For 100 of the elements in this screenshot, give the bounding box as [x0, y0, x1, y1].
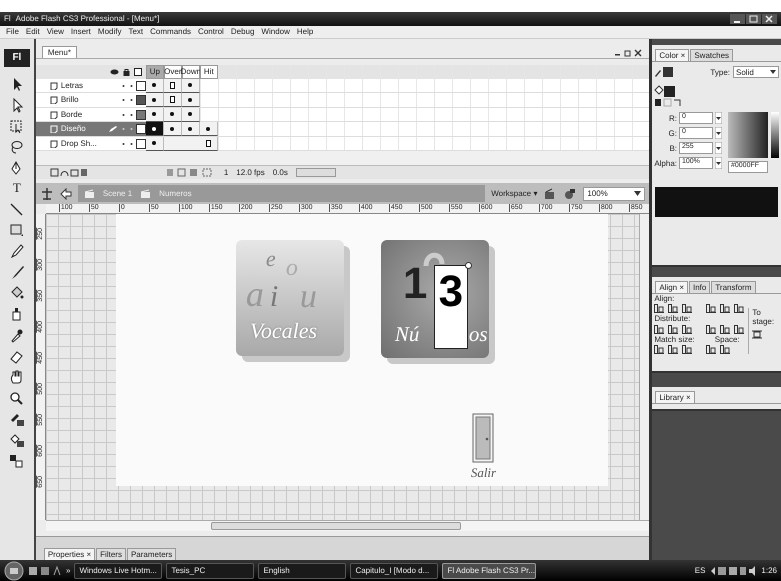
keyframe-icon — [206, 126, 210, 131]
door-icon[interactable] — [472, 413, 494, 464]
quick-launch-icon[interactable] — [28, 564, 62, 576]
layer-row[interactable]: Brillo — [36, 93, 650, 108]
button-caption: Vocales — [250, 320, 318, 342]
zoom-dropdown[interactable]: 100% — [583, 186, 646, 201]
panel-tab[interactable]: Swatches — [690, 49, 734, 62]
menu-item[interactable]: Help — [296, 27, 314, 37]
panel-tab[interactable]: Parameters — [126, 548, 176, 560]
panel-tab[interactable]: Filters — [96, 548, 126, 560]
scrollbar-thumb[interactable] — [210, 522, 461, 530]
menu-item[interactable]: File — [6, 27, 19, 37]
field-label: Alpha: — [654, 158, 677, 168]
align-icon[interactable] — [720, 344, 730, 354]
align-icon[interactable] — [668, 304, 678, 314]
document-tab[interactable]: Menu* — [42, 46, 77, 58]
align-icon[interactable] — [720, 304, 730, 314]
align-icon[interactable] — [682, 304, 692, 314]
menu-item[interactable]: Edit — [26, 27, 40, 37]
close-icon[interactable] — [633, 48, 644, 58]
quick-launch-more[interactable]: » — [66, 566, 70, 576]
align-icon[interactable] — [654, 304, 664, 314]
question-mark-drawing — [422, 252, 445, 266]
button-caption: os — [468, 324, 488, 346]
taskbar-button[interactable]: Capitulo_I [Modo d... — [350, 562, 438, 578]
panel-tab[interactable]: Align × — [655, 281, 688, 294]
layer-tools-icon[interactable] — [50, 168, 90, 178]
panel-tab[interactable]: Properties × — [44, 548, 96, 560]
back-arrow-icon[interactable] — [60, 188, 72, 200]
panel-label: Match size: — [654, 334, 695, 344]
stepper-arrow-icon[interactable] — [715, 142, 722, 154]
layer-name[interactable]: Borde — [60, 110, 105, 120]
panel-tab[interactable]: Info — [689, 281, 710, 294]
align-icon[interactable] — [706, 324, 716, 334]
panel-label: To stage: — [752, 308, 774, 327]
language-indicator[interactable]: ES — [694, 566, 706, 576]
number-glyph: 3 — [438, 270, 464, 314]
stepper-arrow-icon[interactable] — [715, 157, 722, 170]
stepper-arrow-icon[interactable] — [715, 112, 722, 124]
align-icon[interactable] — [668, 324, 678, 334]
start-button-icon[interactable] — [4, 560, 24, 580]
align-icon[interactable] — [682, 344, 692, 354]
layer-name[interactable]: Brillo — [60, 95, 105, 105]
vertical-scrollbar[interactable] — [639, 214, 650, 520]
transform-handle-icon[interactable] — [464, 262, 472, 270]
edit-symbol-icon[interactable] — [40, 186, 54, 201]
panel-tab[interactable]: Library × — [655, 391, 695, 404]
menu-item[interactable]: Insert — [70, 27, 91, 37]
layer-name[interactable]: Letras — [60, 80, 105, 90]
keyframe-icon — [188, 98, 192, 102]
selected-card[interactable]: 3 — [434, 265, 468, 350]
align-icon[interactable] — [682, 324, 692, 334]
menu-item[interactable]: Control — [198, 27, 224, 37]
align-icon[interactable] — [734, 324, 744, 334]
layer-row[interactable]: Borde — [36, 108, 650, 122]
align-icon[interactable] — [734, 304, 744, 314]
panel-tab[interactable]: Color × — [655, 49, 690, 62]
menu-item[interactable]: Modify — [98, 27, 122, 37]
stepper-arrow-icon[interactable] — [715, 127, 722, 140]
align-icon[interactable] — [720, 324, 730, 334]
text-tool[interactable]: T — [4, 179, 29, 198]
eye-icon — [110, 68, 119, 76]
layer-name[interactable]: Drop Sh... — [60, 138, 105, 148]
menu-item[interactable]: Commands — [150, 27, 192, 37]
fill-swatch-icon[interactable] — [654, 84, 676, 98]
restore-icon[interactable] — [623, 48, 634, 58]
taskbar-button[interactable]: Fl Adobe Flash CS3 Pr... — [442, 562, 536, 578]
menu-item[interactable]: View — [46, 27, 64, 37]
align-icon[interactable] — [706, 304, 716, 314]
button-symbol[interactable]: 1 Nú os 3 — [380, 240, 489, 358]
symbol-icon — [140, 188, 152, 199]
menu-item[interactable]: Debug — [230, 27, 254, 37]
workspace-menu[interactable]: Workspace ▾ — [491, 189, 538, 198]
close-icon[interactable] — [762, 14, 777, 24]
align-icon[interactable] — [706, 344, 716, 354]
taskbar-button[interactable]: Tesis_PC — [166, 562, 254, 578]
clock[interactable]: 1:26 — [761, 566, 777, 576]
panel-tab[interactable]: Transform — [711, 281, 756, 294]
type-dropdown[interactable]: Solid — [733, 66, 779, 78]
color-swap-icon[interactable] — [654, 98, 682, 108]
stroke-swatch-icon[interactable] — [654, 66, 674, 78]
align-icon[interactable] — [668, 344, 678, 354]
taskbar-button[interactable]: English — [258, 562, 346, 578]
align-icon[interactable] — [654, 344, 664, 354]
menu-item[interactable]: Window — [261, 27, 290, 37]
layer-row[interactable]: Diseño — [36, 122, 650, 137]
edit-symbols-icon[interactable] — [563, 188, 578, 200]
menu-item[interactable]: Text — [128, 27, 144, 37]
taskbar-button[interactable]: Windows Live Hotm... — [74, 562, 162, 578]
color-spectrum-drawing[interactable] — [728, 112, 768, 158]
field-label: R: — [669, 114, 677, 123]
layer-row[interactable]: Letras — [36, 78, 650, 94]
maximize-icon[interactable] — [746, 14, 761, 24]
align-icon[interactable] — [654, 324, 664, 334]
minimize-icon[interactable] — [730, 14, 745, 24]
current-frame: 1 — [224, 168, 228, 178]
to-stage-icon[interactable] — [752, 330, 762, 339]
layer-row[interactable]: Drop Sh... — [36, 136, 650, 152]
timeline-scrollbar[interactable] — [296, 168, 336, 178]
caret-icon — [770, 70, 776, 74]
